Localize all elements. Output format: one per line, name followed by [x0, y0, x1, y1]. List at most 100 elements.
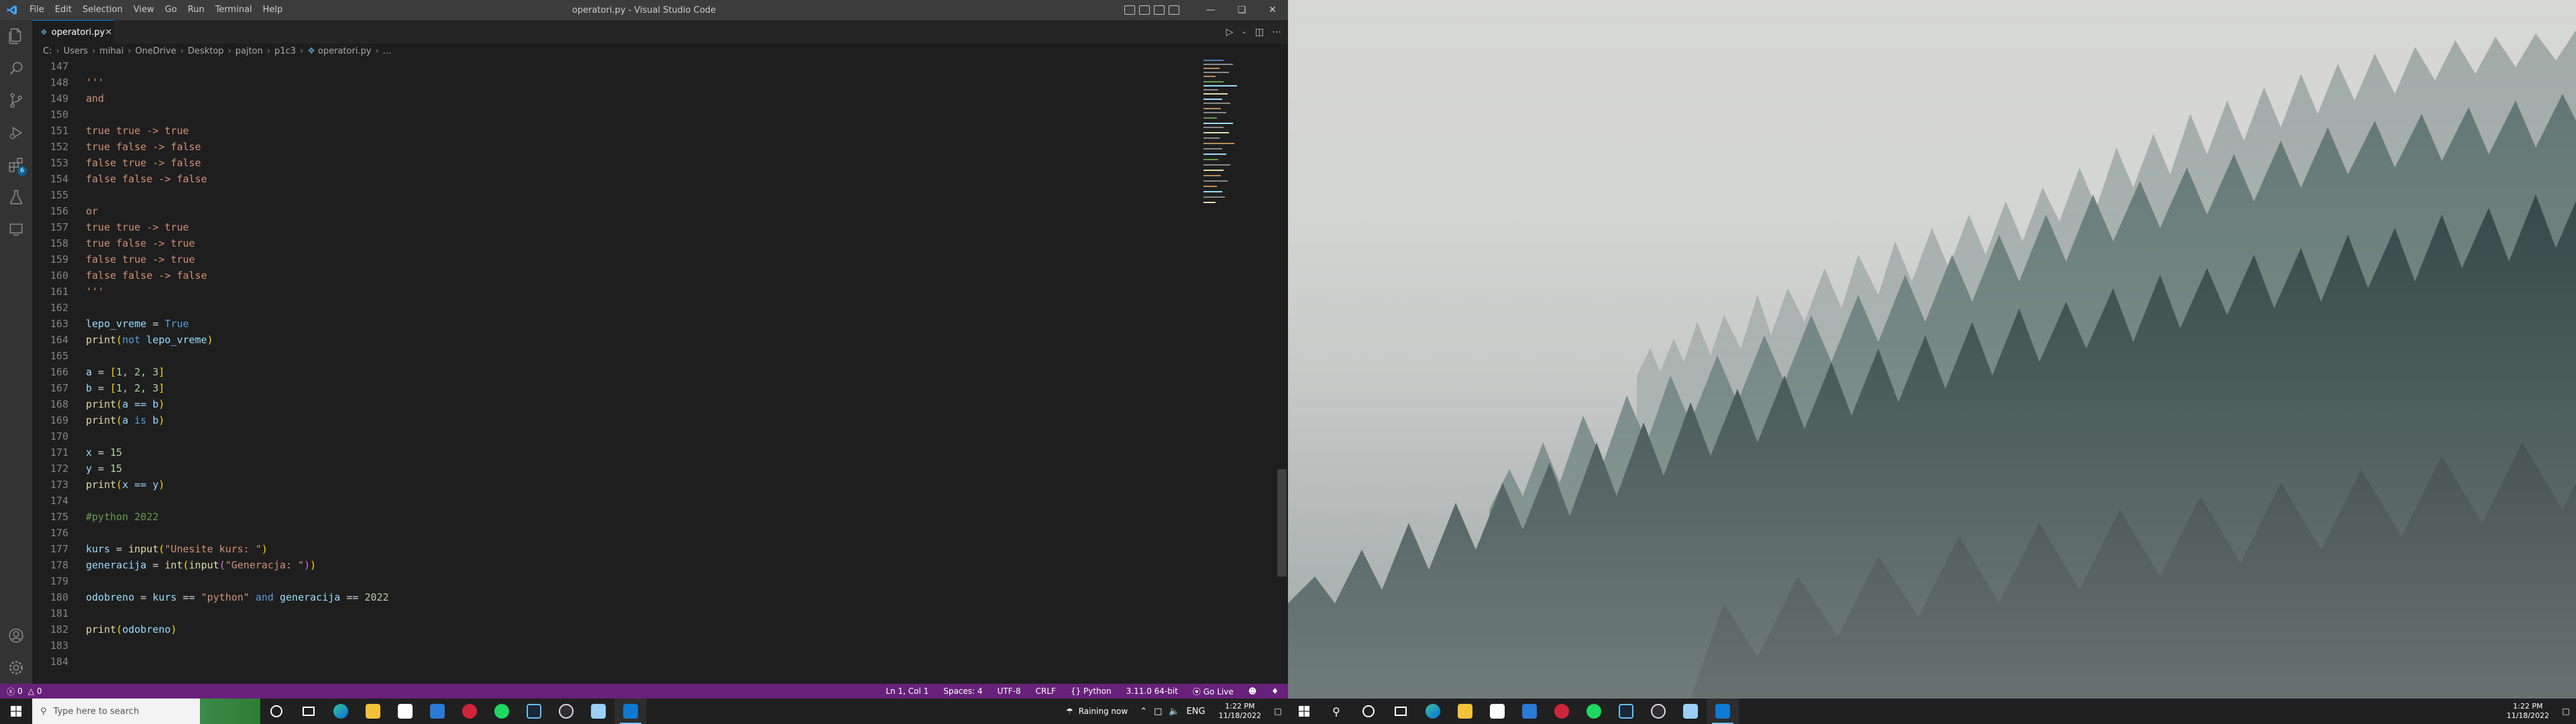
breadcrumb-desktop[interactable]: Desktop — [188, 46, 224, 56]
breadcrumb-drive[interactable]: C: — [43, 46, 52, 56]
search-icon[interactable] — [0, 52, 32, 84]
feedback-icon[interactable]: ☻ — [1248, 686, 1257, 696]
breadcrumb-symbols[interactable]: ... — [383, 46, 391, 56]
steam-icon[interactable] — [1610, 699, 1642, 724]
restore-button[interactable]: ❑ — [1226, 0, 1257, 20]
start-button[interactable] — [0, 699, 32, 724]
python-interpreter[interactable]: 3.11.0 64-bit — [1126, 686, 1178, 696]
search-icon[interactable]: ⚲ — [1320, 699, 1352, 724]
task-view-icon[interactable] — [292, 699, 325, 724]
minimap[interactable] — [1201, 58, 1275, 684]
microsoft-store-icon[interactable] — [1481, 699, 1513, 724]
close-window-button[interactable]: ✕ — [1257, 0, 1288, 20]
code-line: 175 #python 2022 — [50, 511, 159, 523]
breadcrumb-users[interactable]: Users — [64, 46, 88, 56]
network-icon[interactable]: □ — [1154, 707, 1162, 717]
end-of-line[interactable]: CRLF — [1036, 686, 1056, 696]
minimize-button[interactable]: — — [1195, 0, 1226, 20]
split-editor-icon[interactable]: ◫ — [1255, 27, 1264, 38]
customize-layout-icon[interactable] — [1169, 5, 1179, 15]
settings-gear-icon[interactable] — [0, 652, 32, 684]
weather-widget[interactable]: ☂ Raining now — [1066, 707, 1128, 716]
toggle-sidebar-icon[interactable] — [1124, 5, 1135, 15]
show-hidden-icons-icon[interactable]: ⌃ — [1140, 707, 1147, 717]
notepad-icon[interactable] — [1674, 699, 1707, 724]
testing-icon[interactable] — [0, 181, 32, 213]
mail-icon[interactable] — [421, 699, 453, 724]
obs-icon[interactable] — [550, 699, 582, 724]
breadcrumb-file[interactable]: operatori.py — [318, 46, 372, 56]
file-explorer-icon[interactable] — [1449, 699, 1481, 724]
warnings-count[interactable]: 0 — [37, 686, 42, 696]
accounts-icon[interactable] — [0, 619, 32, 652]
obs-icon[interactable] — [1642, 699, 1674, 724]
editor-scrollbar[interactable] — [1277, 469, 1287, 577]
warnings-icon[interactable]: △ — [28, 686, 34, 696]
tab-operatori-py[interactable]: ❖ operatori.py ✕ — [32, 20, 114, 44]
errors-icon[interactable]: ⓧ — [7, 686, 15, 697]
menu-go[interactable]: Go — [160, 0, 182, 20]
edge-icon[interactable] — [1417, 699, 1449, 724]
run-python-file-icon[interactable]: ▷ — [1226, 27, 1234, 38]
explorer-icon[interactable] — [0, 20, 32, 52]
menu-file[interactable]: File — [24, 0, 50, 20]
clock[interactable]: 1:22 PM 11/18/2022 — [1219, 702, 1261, 721]
spotify-icon[interactable] — [486, 699, 518, 724]
code-line: 152 true false -> false — [50, 141, 201, 153]
indentation[interactable]: Spaces: 4 — [943, 686, 982, 696]
breadcrumb-onedrive[interactable]: OneDrive — [136, 46, 176, 56]
notifications-bell-icon[interactable]: ♦ — [1271, 686, 1279, 696]
file-explorer-icon[interactable] — [357, 699, 389, 724]
spotify-icon[interactable] — [1578, 699, 1610, 724]
language-mode[interactable]: {} Python — [1071, 686, 1112, 696]
activity-bar: 6 — [0, 20, 32, 684]
cortana-icon[interactable] — [260, 699, 292, 724]
cortana-icon[interactable] — [1352, 699, 1385, 724]
extensions-icon[interactable]: 6 — [0, 149, 32, 181]
vscode-taskbar-icon[interactable] — [614, 699, 647, 724]
encoding[interactable]: UTF-8 — [998, 686, 1021, 696]
vscode-taskbar-icon[interactable] — [1707, 699, 1739, 724]
vscode-window: File Edit Selection View Go Run Terminal… — [0, 0, 1288, 724]
close-tab-icon[interactable]: ✕ — [105, 27, 112, 38]
toggle-panel-icon[interactable] — [1139, 5, 1150, 15]
cursor-position[interactable]: Ln 1, Col 1 — [885, 686, 928, 696]
notification-center-icon[interactable]: □ — [2556, 699, 2576, 724]
notification-center-icon[interactable]: □ — [1268, 699, 1288, 724]
go-live-button[interactable]: ⦿ Go Live — [1193, 686, 1234, 697]
breadcrumb-mihai[interactable]: mihai — [99, 46, 123, 56]
menu-terminal[interactable]: Terminal — [210, 0, 258, 20]
menu-selection[interactable]: Selection — [77, 0, 128, 20]
vscode-logo-icon[interactable] — [0, 0, 24, 20]
toggle-secondary-sidebar-icon[interactable] — [1154, 5, 1165, 15]
code-line: 179 — [50, 575, 68, 587]
edge-icon[interactable] — [325, 699, 357, 724]
clock[interactable]: 1:22 PM 11/18/2022 — [2507, 702, 2549, 721]
microsoft-store-icon[interactable] — [389, 699, 421, 724]
source-control-icon[interactable] — [0, 84, 32, 117]
breadcrumb-pajton[interactable]: pajton — [235, 46, 263, 56]
start-button[interactable] — [1288, 699, 1320, 724]
menu-run[interactable]: Run — [182, 0, 210, 20]
task-view-icon[interactable] — [1385, 699, 1417, 724]
taskbar-search-box[interactable]: ⚲ Type here to search — [32, 699, 260, 724]
menu-view[interactable]: View — [128, 0, 160, 20]
notepad-icon[interactable] — [582, 699, 614, 724]
more-actions-icon[interactable]: ⋯ — [1272, 27, 1281, 38]
breadcrumb-p1c3[interactable]: p1c3 — [274, 46, 296, 56]
mail-icon[interactable] — [1513, 699, 1546, 724]
language-indicator[interactable]: ENG — [1187, 707, 1205, 717]
code-editor[interactable]: 147 148 ''' 149 and 150 151 true true -> tr… — [32, 58, 1288, 684]
windows-logo-icon — [11, 706, 21, 717]
opera-icon[interactable] — [1546, 699, 1578, 724]
errors-count[interactable]: 0 — [17, 686, 23, 696]
run-dropdown-icon[interactable]: ⌄ — [1241, 28, 1246, 36]
menu-edit[interactable]: Edit — [50, 0, 77, 20]
menu-help[interactable]: Help — [258, 0, 288, 20]
steam-icon[interactable] — [518, 699, 550, 724]
run-debug-icon[interactable] — [0, 117, 32, 149]
volume-icon[interactable]: 🔈 — [1169, 707, 1179, 717]
rain-cloud-icon: ☂ — [1065, 707, 1073, 716]
opera-icon[interactable] — [453, 699, 486, 724]
remote-explorer-icon[interactable] — [0, 213, 32, 245]
